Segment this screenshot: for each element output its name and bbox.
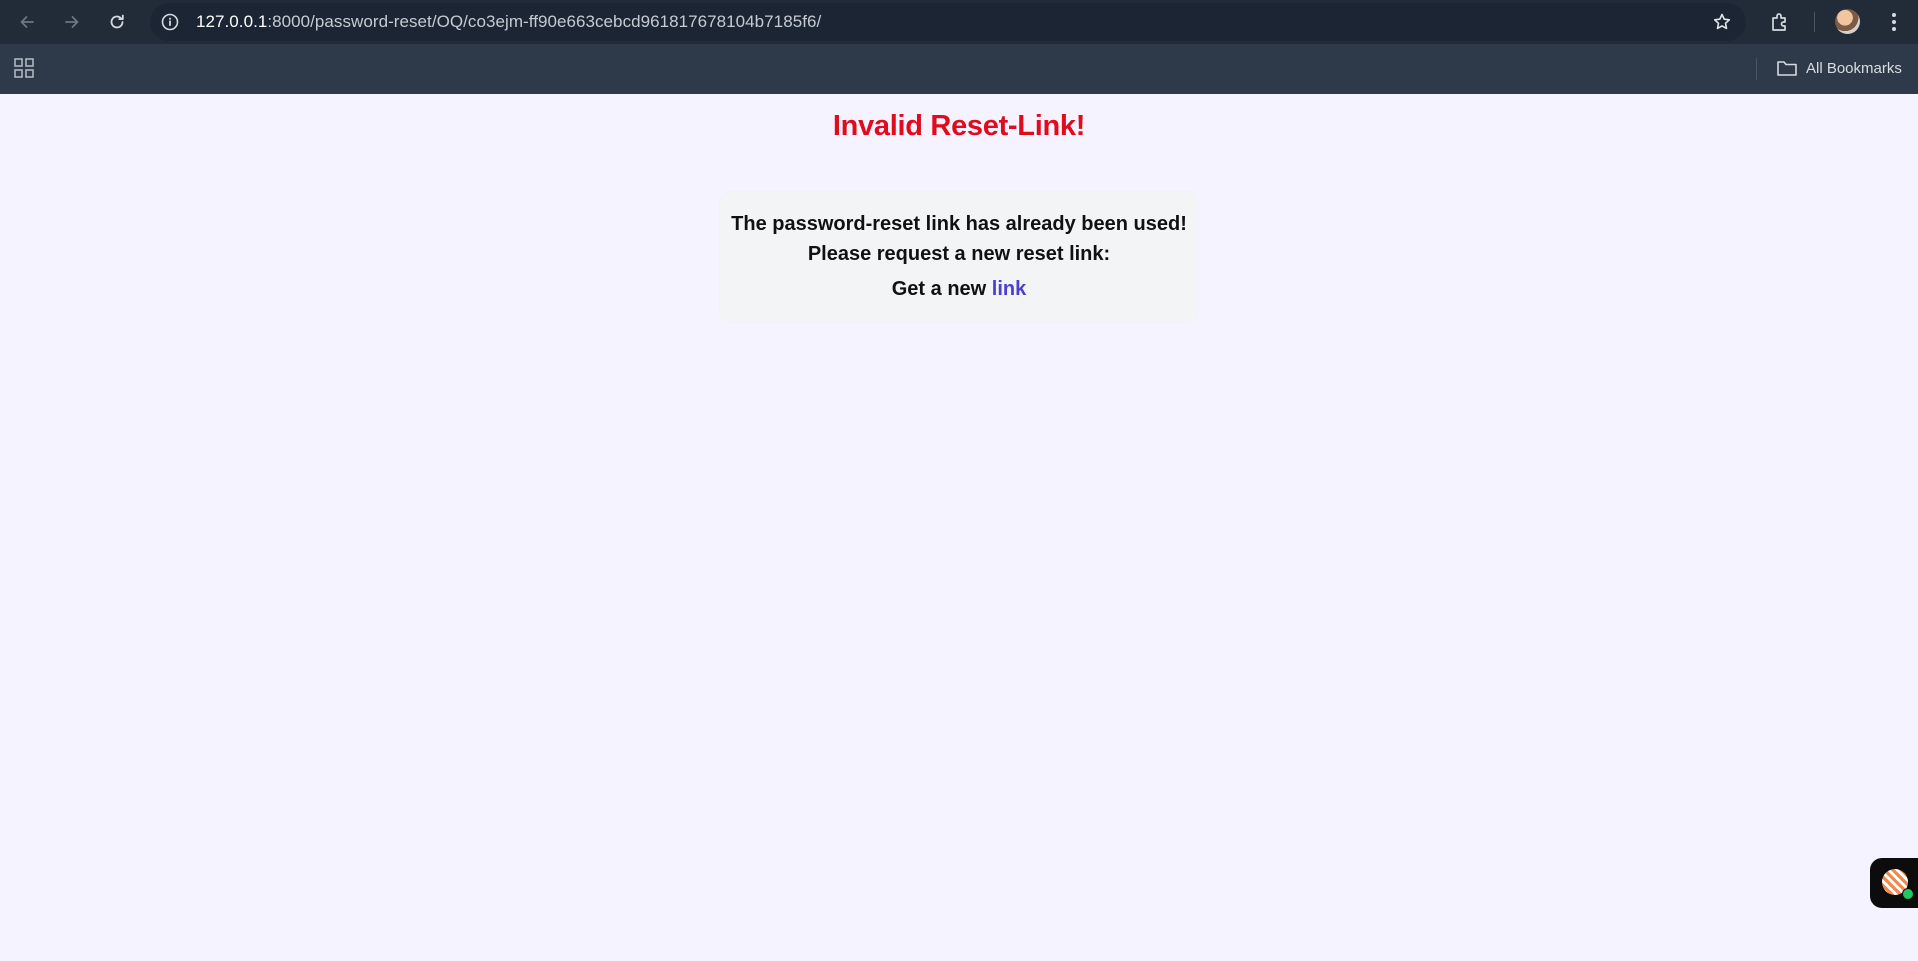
folder-icon [1777,61,1797,76]
browser-chrome: 127.0.0.1:8000/password-reset/OQ/co3ejm-… [0,0,1918,94]
url-host: 127.0.0.1 [196,12,268,31]
profile-avatar[interactable] [1835,9,1860,34]
page-title: Invalid Reset-Link! [832,110,1086,142]
apps-icon[interactable] [13,57,35,79]
new-reset-link[interactable]: link [992,278,1026,300]
url-path: :8000/password-reset/OQ/co3ejm-ff90e663c… [267,12,822,31]
get-new-prefix: Get a new [891,278,992,300]
back-icon [20,16,34,28]
info-icon [161,13,179,31]
reload-icon [110,14,124,29]
request-new-message: Please request a new reset link: [807,243,1111,265]
toolbar-divider [1814,12,1815,32]
star-icon[interactable] [1712,12,1732,32]
reload-button[interactable] [102,8,132,36]
used-link-message: The password-reset link has already been… [731,213,1187,235]
forward-icon [65,16,79,28]
site-info-button[interactable] [160,12,180,32]
bookmarks-divider [1756,58,1757,80]
get-new-link-line: Get a new link [720,278,1198,301]
forward-button[interactable] [57,8,87,36]
online-status-dot [1902,888,1914,900]
address-bar[interactable]: 127.0.0.1:8000/password-reset/OQ/co3ejm-… [150,3,1746,41]
more-icon[interactable] [1884,10,1904,34]
back-button[interactable] [12,8,42,36]
all-bookmarks-button[interactable]: All Bookmarks [1776,56,1902,80]
page-content: Invalid Reset-Link! The password-reset l… [0,94,1918,961]
toolbar: 127.0.0.1:8000/password-reset/OQ/co3ejm-… [0,0,1918,44]
url-text[interactable]: 127.0.0.1:8000/password-reset/OQ/co3ejm-… [196,12,821,32]
message-card: The password-reset link has already been… [720,192,1198,322]
bookmarks-bar: All Bookmarks [0,44,1918,94]
extensions-icon[interactable] [1768,10,1792,34]
chat-widget-button[interactable] [1870,858,1918,908]
all-bookmarks-label: All Bookmarks [1806,59,1902,77]
